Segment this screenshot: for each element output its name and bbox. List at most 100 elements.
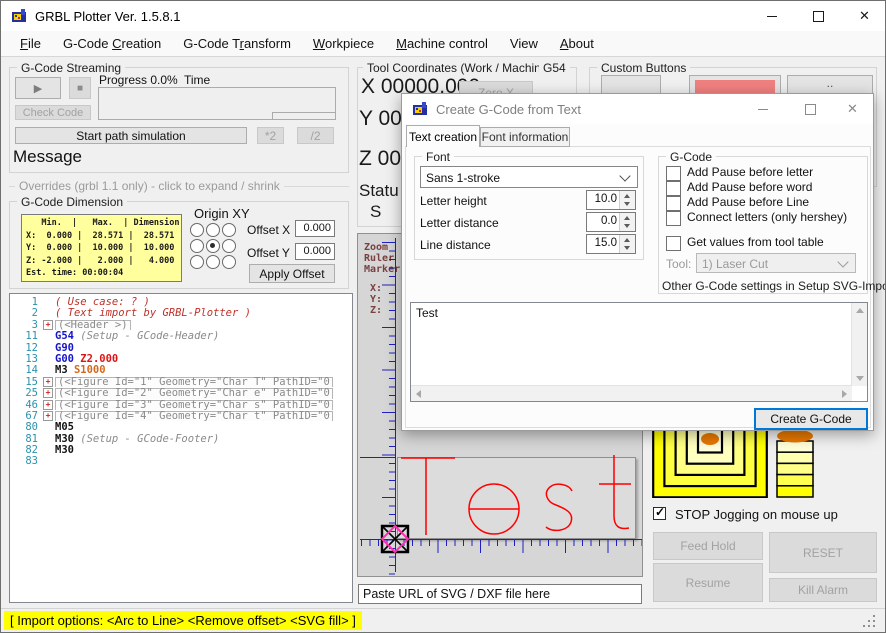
gcode-option-checkbox-0[interactable] [666, 166, 681, 181]
jog-z-bar[interactable] [775, 429, 815, 499]
gcode-group-title: G-Code [666, 150, 716, 164]
line-distance-spinner[interactable]: 15.0 [586, 234, 636, 254]
editor-line-2[interactable]: 2( Text import by GRBL-Plotter ) [10, 307, 352, 318]
editor-line-11[interactable]: 11G54 (Setup - GCode-Header) [10, 330, 352, 341]
gcode-option-label-3: Connect letters (only hershey) [687, 210, 847, 224]
speed-div2-button[interactable]: /2 [297, 127, 334, 144]
progress-label: Progress 0.0% [99, 73, 178, 87]
fold-toggle-icon[interactable]: + [42, 387, 55, 398]
origin-radio-7[interactable] [206, 255, 220, 269]
feed-hold-button[interactable]: Feed Hold [653, 532, 763, 560]
spinner-arrows[interactable] [619, 213, 635, 231]
spinner-arrows[interactable] [619, 191, 635, 209]
letter-height-label: Letter height [420, 194, 487, 208]
chevron-down-icon [837, 256, 848, 267]
menu-machine-control[interactable]: Machine control [385, 32, 499, 55]
editor-line-80[interactable]: 80M05 [10, 421, 352, 432]
menu-g-code-creation[interactable]: G-Code Creation [52, 32, 172, 55]
line-code: (<Figure Id="3" Geometry="Char s" PathID… [55, 399, 352, 410]
letter-distance-spinner[interactable]: 0.0 [586, 212, 636, 232]
letter-height-spinner[interactable]: 10.0 [586, 190, 636, 210]
gcode-editor[interactable]: 1( Use case: ? )2( Text import by GRBL-P… [9, 293, 353, 603]
close-icon: ✕ [859, 8, 870, 24]
gcode-option-checkbox-2[interactable] [666, 196, 681, 211]
fold-toggle-icon[interactable]: + [42, 319, 55, 330]
line-number: 13 [10, 353, 42, 364]
dimension-row-1: X: 0.000 | 28.571 | 28.571 [26, 230, 181, 243]
editor-line-3[interactable]: 3+(<Header >) [10, 319, 352, 330]
line-code: G00 Z2.000 [55, 353, 352, 364]
editor-line-46[interactable]: 46+(<Figure Id="3" Geometry="Char s" Pat… [10, 399, 352, 410]
gcode-option-checkbox-4[interactable] [666, 236, 681, 251]
offset-y-label: Offset Y [247, 246, 290, 260]
resize-grip[interactable] [863, 615, 877, 629]
svg-url-input[interactable]: Paste URL of SVG / DXF file here [358, 584, 642, 604]
close-button[interactable]: ✕ [842, 1, 886, 31]
chevron-down-icon [619, 170, 630, 181]
menu-about[interactable]: About [549, 32, 605, 55]
fold-toggle-icon[interactable]: + [42, 410, 55, 421]
jog-xy-pad[interactable] [652, 431, 768, 498]
reset-button[interactable]: RESET [769, 532, 877, 573]
menu-file[interactable]: File [9, 32, 52, 55]
menu-view[interactable]: View [499, 32, 549, 55]
tab-font-information[interactable]: Font information [480, 127, 570, 147]
minimize-button[interactable] [749, 1, 794, 31]
apply-offset-button[interactable]: Apply Offset [249, 264, 335, 283]
editor-line-67[interactable]: 67+(<Figure Id="4" Geometry="Char t" Pat… [10, 410, 352, 421]
text-input-area[interactable]: Test [410, 302, 868, 402]
origin-radio-3[interactable] [190, 239, 204, 253]
origin-radio-2[interactable] [222, 223, 236, 237]
origin-grid [190, 223, 238, 271]
maximize-button[interactable] [796, 1, 841, 31]
check-code-button[interactable]: Check Code [15, 105, 91, 120]
tab-text-creation[interactable]: Text creation [406, 125, 480, 147]
editor-line-13[interactable]: 13 G00 Z2.000 [10, 353, 352, 364]
editor-line-25[interactable]: 25+(<Figure Id="2" Geometry="Char e" Pat… [10, 387, 352, 398]
dialog-minimize-button[interactable] [741, 94, 785, 124]
maximize-icon [813, 11, 824, 22]
play-button[interactable]: ▶ [15, 77, 61, 99]
stop-jogging-checkbox[interactable]: ✓ [653, 507, 666, 520]
menu-g-code-transform[interactable]: G-Code Transform [172, 32, 302, 55]
origin-radio-8[interactable] [222, 255, 236, 269]
dialog-close-button[interactable]: ✕ [832, 94, 873, 124]
editor-line-1[interactable]: 1( Use case: ? ) [10, 296, 352, 307]
offset-y-field[interactable]: 0.000 [295, 243, 335, 260]
spinner-arrows[interactable] [619, 235, 635, 253]
create-gcode-button[interactable]: Create G-Code [754, 408, 868, 430]
editor-line-81[interactable]: 81M30 (Setup - GCode-Footer) [10, 433, 352, 444]
gcode-option-checkbox-1[interactable] [666, 181, 681, 196]
gcode-option-checkbox-3[interactable] [666, 211, 681, 226]
vertical-scrollbar[interactable] [851, 303, 867, 386]
fold-toggle-icon[interactable]: + [42, 399, 55, 410]
start-simulation-button[interactable]: Start path simulation [15, 127, 247, 144]
origin-radio-6[interactable] [190, 255, 204, 269]
speed-x2-button[interactable]: *2 [257, 127, 284, 144]
line-number: 81 [10, 433, 42, 444]
menu-workpiece[interactable]: Workpiece [302, 32, 385, 55]
horizontal-scrollbar[interactable] [411, 385, 852, 401]
editor-line-14[interactable]: 14M3 S1000 [10, 364, 352, 375]
fold-toggle-icon[interactable]: + [42, 376, 55, 387]
letter-height-value: 10.0 [595, 193, 617, 205]
title-bar: GRBL Plotter Ver. 1.5.8.1 ✕ [1, 1, 885, 31]
kill-alarm-button[interactable]: Kill Alarm [769, 578, 877, 602]
origin-radio-0[interactable] [190, 223, 204, 237]
origin-radio-4[interactable] [206, 239, 220, 253]
tool-combobox[interactable]: 1) Laser Cut [696, 253, 856, 273]
dimension-row-0: Min. | Max. | Dimension [26, 217, 181, 230]
tool-combobox-value: 1) Laser Cut [702, 257, 768, 271]
editor-line-15[interactable]: 15+(<Figure Id="1" Geometry="Char T" Pat… [10, 376, 352, 387]
stop-button[interactable]: ■ [69, 77, 91, 99]
font-combobox[interactable]: Sans 1-stroke [420, 166, 638, 188]
editor-line-82[interactable]: 82M30 [10, 444, 352, 455]
dialog-maximize-button[interactable] [788, 94, 832, 124]
origin-radio-1[interactable] [206, 223, 220, 237]
overrides-title[interactable]: Overrides (grbl 1.1 only) - click to exp… [15, 179, 284, 193]
editor-line-83[interactable]: 83 [10, 455, 352, 466]
offset-x-field[interactable]: 0.000 [295, 220, 335, 237]
resume-button[interactable]: Resume [653, 563, 763, 602]
origin-radio-5[interactable] [222, 239, 236, 253]
editor-line-12[interactable]: 12G90 [10, 342, 352, 353]
